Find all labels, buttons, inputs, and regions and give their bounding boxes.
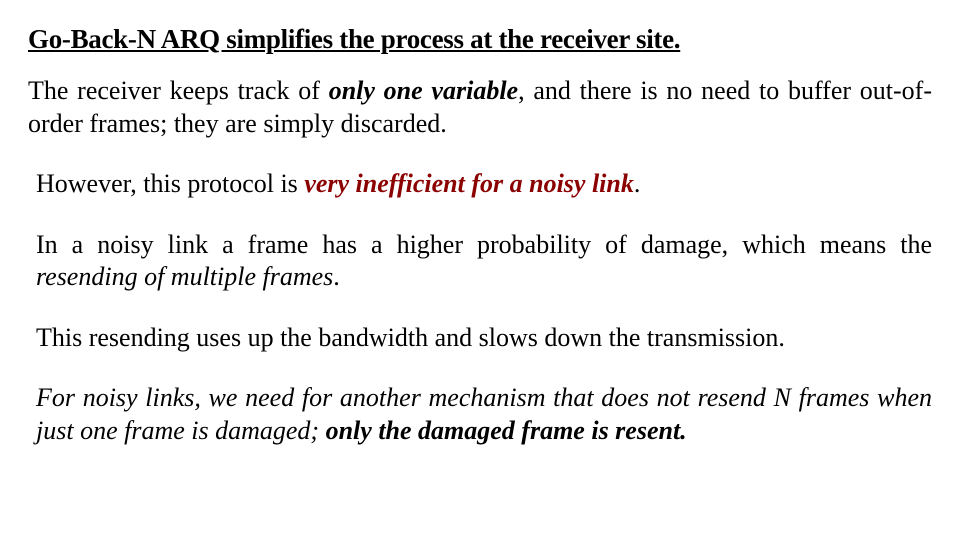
paragraph-2: However, this protocol is very inefficie…: [28, 168, 932, 201]
p2-post: .: [634, 169, 641, 198]
p2-em: very inefficient for a noisy link: [304, 169, 634, 198]
p1-em: only one variable: [329, 76, 518, 105]
p3-post: .: [333, 262, 340, 291]
p2-pre: However, this protocol is: [36, 169, 304, 198]
slide-title: Go-Back-N ARQ simplifies the process at …: [28, 24, 932, 55]
p3-pre: In a noisy link a frame has a higher pro…: [36, 230, 932, 259]
paragraph-3: In a noisy link a frame has a higher pro…: [28, 229, 932, 294]
p3-em: resending of multiple frames: [36, 262, 333, 291]
paragraph-4: This resending uses up the bandwidth and…: [28, 322, 932, 355]
paragraph-1: The receiver keeps track of only one var…: [28, 75, 932, 140]
slide-page: Go-Back-N ARQ simplifies the process at …: [0, 0, 960, 540]
paragraph-5: For noisy links, we need for another mec…: [28, 382, 932, 447]
p5-em: only the damaged frame is resent.: [326, 416, 687, 445]
p1-pre: The receiver keeps track of: [28, 76, 329, 105]
